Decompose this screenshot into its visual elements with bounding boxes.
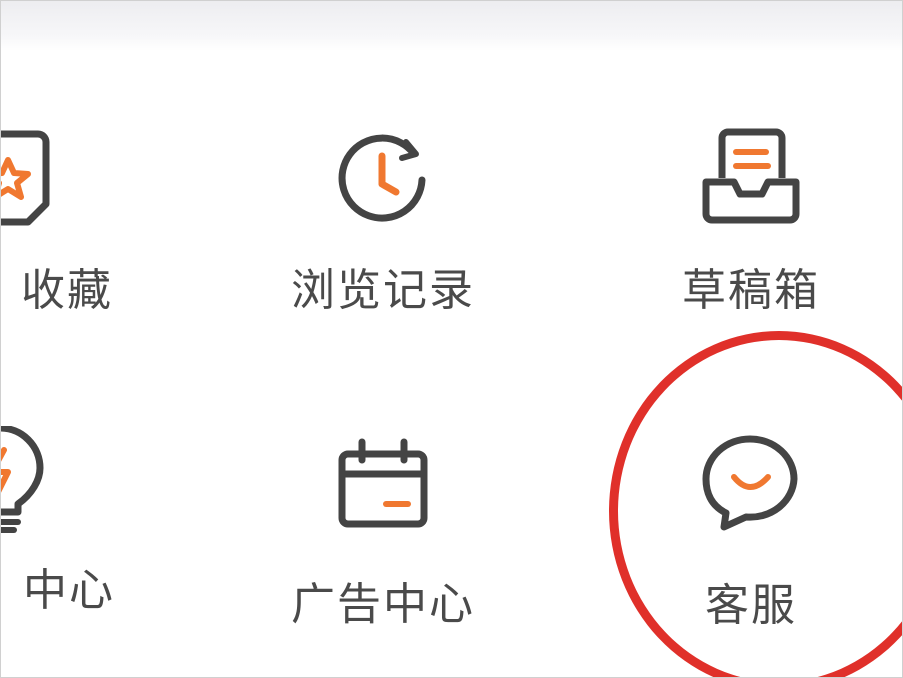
draft-tray-icon — [702, 128, 800, 224]
lightbulb-icon — [1, 426, 44, 533]
menu-item-label: 草稿箱 — [682, 265, 820, 316]
menu-item-favorites[interactable]: 收藏 — [1, 126, 131, 346]
menu-item-label: 广告中心 — [291, 579, 475, 630]
menu-item-ad-center[interactable]: 广告中心 — [263, 436, 503, 656]
chat-bubble-icon — [702, 435, 798, 531]
calendar-icon — [338, 438, 428, 528]
history-clock-icon — [338, 134, 426, 222]
menu-item-drafts[interactable]: 草稿箱 — [631, 126, 871, 346]
menu-item-customer-service[interactable]: 客服 — [631, 431, 871, 651]
menu-grid-screen: 收藏 浏览记录 草稿箱 中心 广告中心 客服 — [0, 0, 903, 678]
star-bookmark-icon — [1, 130, 50, 226]
menu-item-label: 客服 — [705, 580, 797, 631]
menu-item-label: 收藏 — [21, 265, 113, 316]
menu-item-label: 浏览记录 — [291, 265, 475, 316]
menu-item-center[interactable]: 中心 — [1, 426, 121, 646]
menu-item-history[interactable]: 浏览记录 — [263, 126, 503, 346]
top-bar — [1, 1, 902, 51]
menu-item-label: 中心 — [23, 565, 115, 616]
